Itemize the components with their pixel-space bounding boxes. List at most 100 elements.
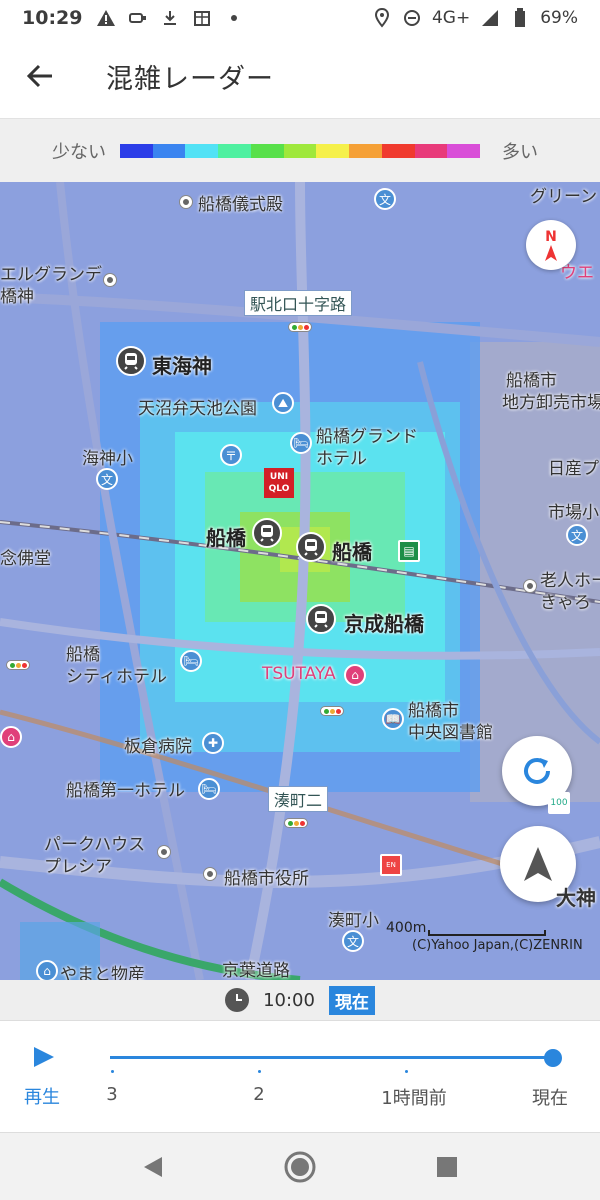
timeline-track[interactable]: [110, 1056, 554, 1059]
system-nav-bar: [0, 1132, 600, 1200]
back-arrow-icon: [26, 64, 52, 88]
map-label-kaijin-school: 海神小: [82, 449, 133, 469]
triangle-back-icon: [144, 1156, 163, 1177]
hospital-icon-2: 100: [548, 792, 570, 814]
nav-home-button[interactable]: [270, 1137, 330, 1197]
package-icon: [192, 8, 212, 28]
timeline-label-1h: 1時間前: [381, 1088, 447, 1109]
timeline-thumb[interactable]: [544, 1049, 562, 1067]
train-station-icon: [116, 346, 146, 376]
map-label-minato-2: 湊町二: [268, 786, 329, 812]
screen: 10:29 4G+ 69% 混雑レーダー 少ない 多い 船橋儀式殿 グリーン 文…: [0, 0, 600, 1200]
map-scale-label: 400m: [386, 920, 427, 936]
timeline-label-3h: 3: [106, 1084, 118, 1105]
legend-swatch: [349, 144, 382, 158]
map-label-minato-school: 湊町小: [328, 911, 379, 931]
signal-icon: [480, 8, 500, 28]
current-time-row: 10:00 現在: [0, 980, 600, 1020]
status-notifications: [96, 8, 244, 28]
train-station-icon-3: [296, 532, 326, 562]
map-label-ohgami: 大神: [556, 886, 596, 910]
congestion-map[interactable]: 船橋儀式殿 グリーン 文 エルグランデ 橋神 ウエ N 駅北口十字路 東海神 船…: [0, 182, 600, 980]
hotel-icon-2: 🛏: [180, 650, 202, 672]
map-label-higashi-kaijin-station: 東海神: [152, 354, 212, 378]
map-label-market-school: 市場小: [548, 503, 599, 523]
map-label-keiyo-road: 京葉道路: [222, 961, 290, 980]
hotel-icon-3: 🛏: [198, 778, 220, 800]
nav-back-button[interactable]: [123, 1137, 183, 1197]
map-label-keisei-funabashi: 京成船橋: [344, 612, 424, 636]
do-not-disturb-icon: [402, 8, 422, 28]
post-office-icon: 〒: [220, 444, 242, 466]
city-hall-marker: [204, 868, 216, 880]
shopping-icon: ⌂: [344, 664, 366, 686]
map-label-city-hotel-2: シティホテル: [66, 667, 167, 687]
clock-icon: [225, 988, 250, 1012]
compass-button[interactable]: N: [526, 220, 576, 270]
warning-icon: [96, 8, 116, 28]
back-button[interactable]: [0, 36, 80, 116]
park-icon: ⛰: [272, 392, 294, 414]
battery-level: 69%: [540, 8, 578, 28]
train-station-icon-4: [306, 604, 336, 634]
uniqlo-logo: UNI QLO: [264, 468, 294, 498]
timeline-label-2h: 2: [253, 1084, 265, 1105]
hospital-icon: ✚: [202, 732, 224, 754]
traffic-light-icon-4: [284, 818, 308, 828]
compass-north-label: N: [545, 229, 557, 245]
traffic-light-icon: [288, 322, 312, 332]
legend-low-label: 少ない: [52, 141, 106, 163]
shopping-icon-2: ⌂: [0, 726, 22, 748]
map-label-city-hall: 船橋市役所: [224, 869, 309, 889]
traffic-light-icon-2: [6, 660, 30, 670]
hotel-icon: 🛏: [290, 432, 312, 454]
map-label-library-2: 中央図書館: [408, 723, 493, 743]
legend-swatch: [218, 144, 251, 158]
map-label-yamato: やまと物産: [60, 965, 145, 980]
legend-swatch: [120, 144, 153, 158]
map-label-daiichi-hotel: 船橋第一ホテル: [66, 781, 185, 801]
map-label-tsutaya: TSUTAYA: [262, 664, 336, 684]
map-label-park-house-2: プレシア: [44, 857, 112, 877]
map-label-intersection: 駅北口十字路: [244, 290, 353, 316]
place-marker: [104, 274, 116, 286]
nav-recents-button[interactable]: [417, 1137, 477, 1197]
map-label-market-2: 地方卸売市場: [502, 393, 600, 413]
play-label: 再生: [24, 1087, 60, 1108]
timeline-slider: 再生 3 2 1時間前 現在: [0, 1020, 600, 1132]
convenience-store-icon: ▤: [398, 540, 420, 562]
dot-icon: [224, 8, 244, 28]
legend-color-scale: [120, 144, 481, 158]
gas-station-icon: EN: [380, 854, 402, 876]
download-icon: [160, 8, 180, 28]
map-label-green: グリーン: [530, 187, 598, 207]
map-label-funabashi-jr: 船橋: [206, 526, 246, 550]
app-bar: 混雑レーダー: [0, 36, 600, 116]
legend-swatch: [381, 144, 415, 158]
square-recents-icon: [436, 1156, 457, 1177]
map-scale-bar: [428, 930, 546, 936]
page-title: 混雑レーダー: [106, 63, 274, 95]
congestion-legend: 少ない 多い: [0, 118, 600, 182]
map-label-park: 天沼弁天池公園: [138, 399, 257, 419]
map-label-itakura-hospital: 板倉病院: [124, 737, 192, 757]
school-icon: 文: [374, 188, 396, 210]
compass-needle-icon: [545, 245, 557, 261]
legend-swatch: [185, 144, 219, 158]
network-type: 4G+: [431, 8, 471, 28]
legend-swatch: [152, 144, 186, 158]
school-icon-3: 文: [566, 524, 588, 546]
train-station-icon-2: [252, 518, 282, 548]
legend-swatch: [316, 144, 350, 158]
school-icon-4: 文: [342, 930, 364, 952]
place-marker-2: [524, 580, 536, 592]
map-label-nissan: 日産プ: [548, 459, 599, 479]
map-label-shrine: 橋神: [0, 287, 34, 307]
place-marker-3: [158, 846, 170, 858]
library-icon: 📖: [382, 708, 404, 730]
play-icon: [34, 1047, 54, 1067]
location-icon: [372, 8, 392, 28]
map-label-funabashi-tobu: 船橋: [332, 540, 372, 564]
circle-home-icon: [284, 1151, 316, 1182]
map-copyright: (C)Yahoo Japan,(C)ZENRIN: [412, 938, 583, 953]
